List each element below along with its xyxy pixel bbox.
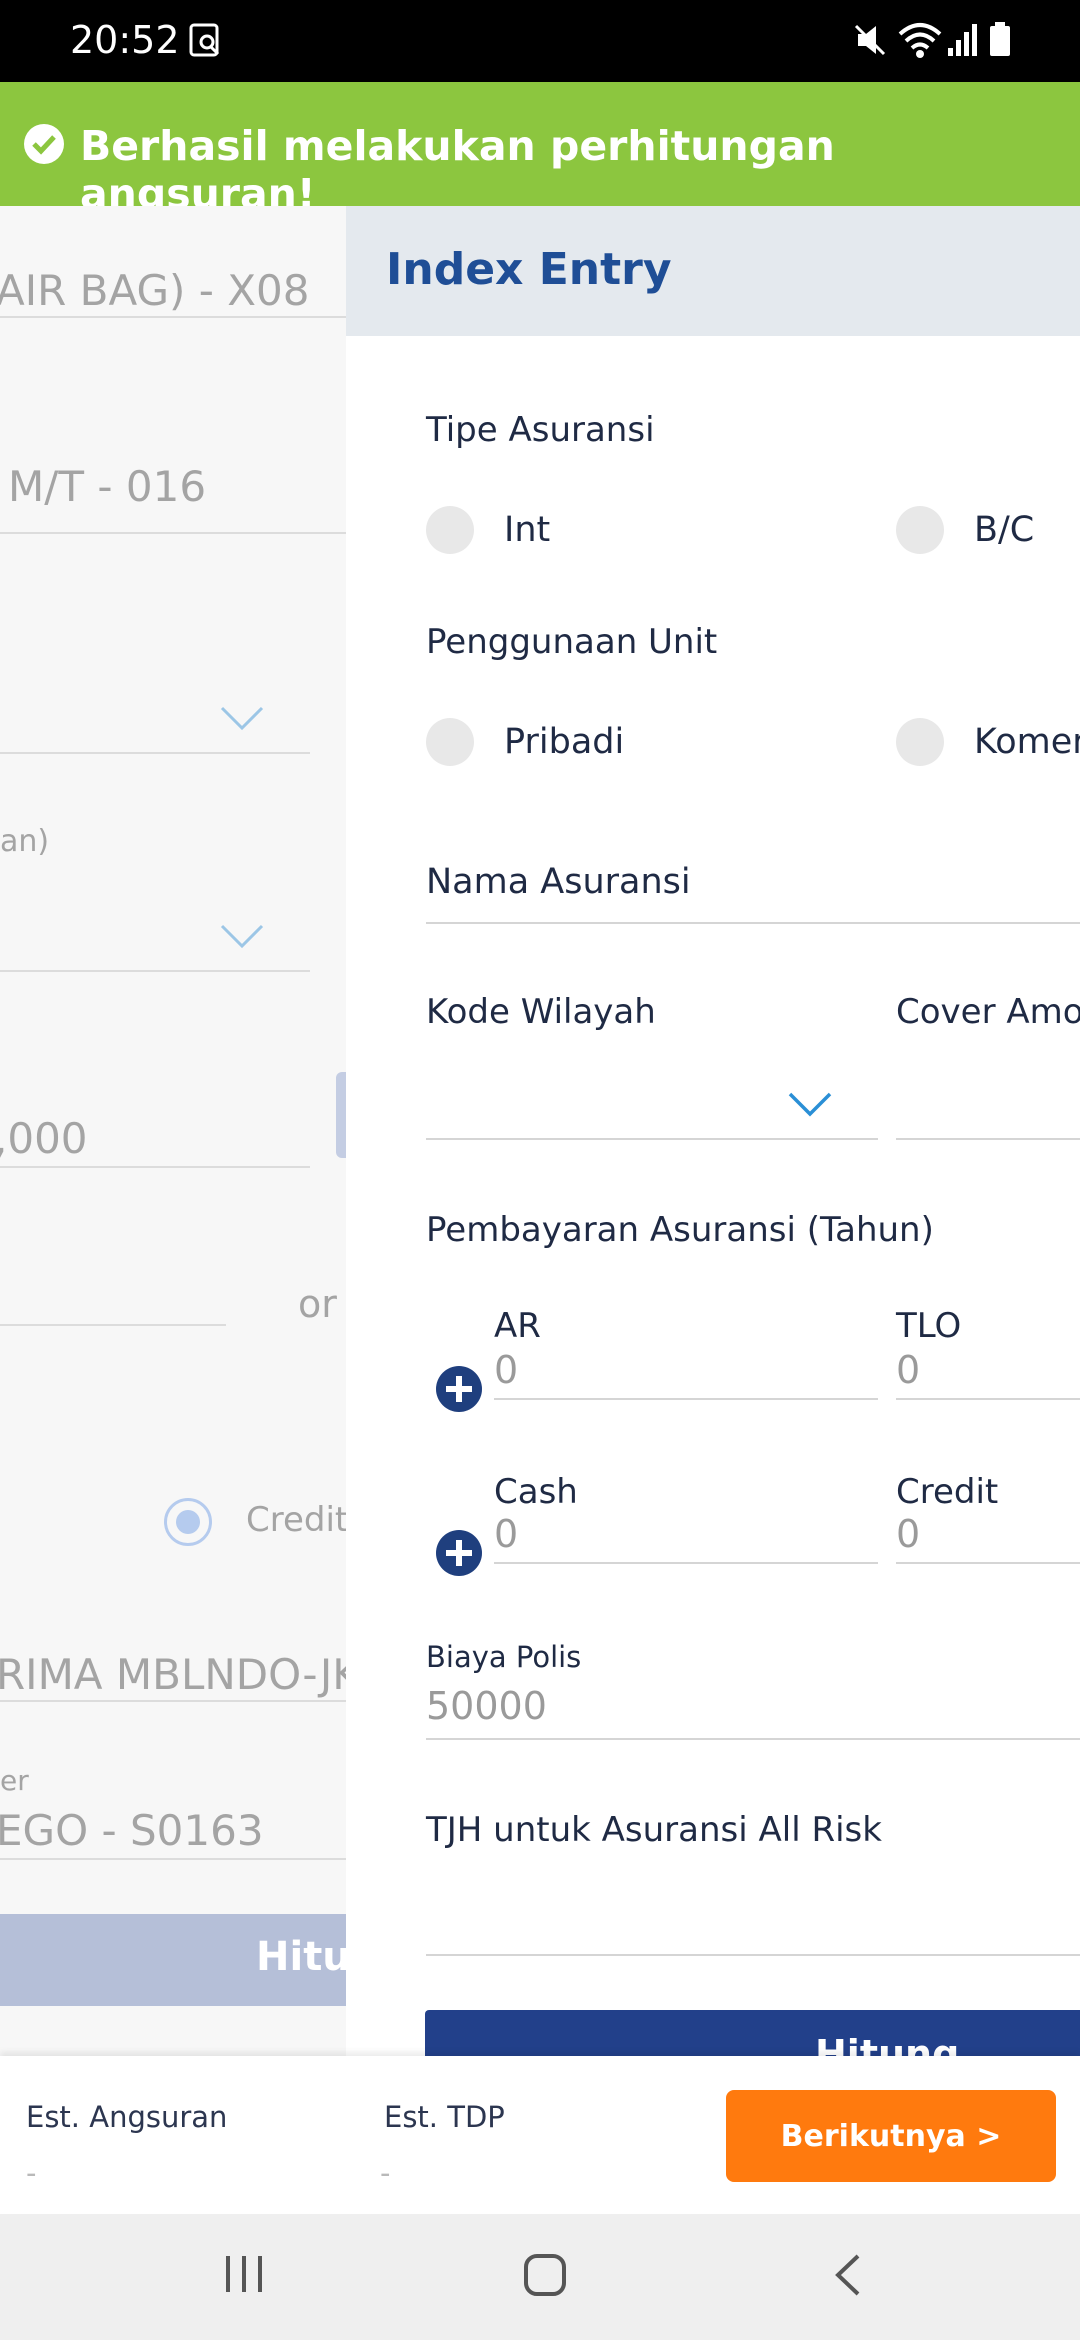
battery-icon xyxy=(988,20,1012,64)
toast-message: Berhasil melakukan perhitungan angsuran! xyxy=(80,122,835,218)
add-ar-icon[interactable] xyxy=(436,1366,482,1412)
background-form: AIR BAG) - X08 M/T - 016 an) ,000 or Cre… xyxy=(0,206,346,2056)
bottom-action-bar: Est. Angsuran - Est. TDP - Berikutnya > xyxy=(0,2056,1080,2214)
cash-underline xyxy=(494,1562,878,1564)
index-entry-drawer: Index Entry Tipe Asuransi Int B/C Penggu… xyxy=(346,206,1080,2056)
berikutnya-button[interactable]: Berikutnya > xyxy=(726,2090,1056,2182)
penggunaan-unit-label: Penggunaan Unit xyxy=(426,622,718,662)
drawer-header: Index Entry xyxy=(346,206,1080,336)
radio-int[interactable] xyxy=(426,506,474,554)
bg-hitung-button[interactable]: Hitur xyxy=(0,1914,346,2006)
chevron-down-icon[interactable] xyxy=(220,706,264,736)
divider xyxy=(0,1166,310,1168)
divider xyxy=(0,532,346,534)
nama-asuransi-underline xyxy=(426,922,1080,924)
home-icon[interactable] xyxy=(522,2252,568,2302)
back-icon[interactable] xyxy=(830,2252,866,2302)
chevron-down-icon[interactable] xyxy=(220,924,264,954)
kode-wilayah-label: Kode Wilayah xyxy=(426,992,656,1032)
add-cash-icon[interactable] xyxy=(436,1530,482,1576)
ar-input[interactable]: 0 xyxy=(494,1348,518,1392)
est-angsuran-label: Est. Angsuran xyxy=(26,2100,228,2134)
cash-label: Cash xyxy=(494,1472,578,1512)
bg-credit-label: Credit xyxy=(246,1500,346,1540)
radio-bc[interactable] xyxy=(896,506,944,554)
est-angsuran-value: - xyxy=(26,2156,37,2190)
bg-field-label: an) xyxy=(0,824,50,859)
tlo-input[interactable]: 0 xyxy=(896,1348,920,1392)
drawer-title: Index Entry xyxy=(386,244,672,295)
divider xyxy=(0,1700,346,1702)
divider xyxy=(0,1324,226,1326)
recent-apps-icon[interactable] xyxy=(222,2252,266,2300)
success-toast: Berhasil melakukan perhitungan angsuran! xyxy=(0,82,1080,218)
radio-komersial-label: Komer xyxy=(974,722,1080,762)
bg-field-amount: ,000 xyxy=(0,1114,88,1163)
bg-field-type: M/T - 016 xyxy=(8,462,207,511)
nama-asuransi-input[interactable]: Nama Asuransi xyxy=(426,862,691,902)
bg-button-edge xyxy=(336,1072,346,1158)
cover-amount-input[interactable] xyxy=(896,1138,1080,1140)
radio-int-label: Int xyxy=(504,510,551,550)
status-bar: 20:52 xyxy=(0,0,1080,82)
hitung-button[interactable]: Hitung xyxy=(425,2010,1080,2056)
bg-field-dealer: RIMA MBLNDO-JK xyxy=(0,1650,346,1699)
bg-hitung-label: Hitur xyxy=(256,1934,346,1980)
pembayaran-asuransi-label: Pembayaran Asuransi (Tahun) xyxy=(426,1210,934,1250)
wifi-icon xyxy=(896,20,944,64)
bg-field-salesman: EGO - S0163 xyxy=(0,1806,264,1855)
ar-label: AR xyxy=(494,1306,541,1346)
divider xyxy=(0,1858,346,1860)
signal-icon xyxy=(946,20,980,64)
credit-input[interactable]: 0 xyxy=(896,1512,920,1556)
status-time: 20:52 xyxy=(70,18,180,62)
est-tdp-value: - xyxy=(380,2156,391,2190)
divider xyxy=(0,316,346,318)
est-tdp-label: Est. TDP xyxy=(384,2100,505,2134)
biaya-polis-underline xyxy=(426,1738,1080,1740)
tipe-asuransi-label: Tipe Asuransi xyxy=(426,410,655,450)
radio-pribadi-label: Pribadi xyxy=(504,722,625,762)
bg-credit-radio[interactable] xyxy=(164,1498,212,1546)
screenshot-icon xyxy=(188,20,224,64)
credit-label: Credit xyxy=(896,1472,999,1512)
tjh-label: TJH untuk Asuransi All Risk xyxy=(426,1810,882,1850)
chevron-down-icon[interactable] xyxy=(788,1092,832,1122)
divider xyxy=(0,970,310,972)
cash-input[interactable]: 0 xyxy=(494,1512,518,1556)
check-circle-icon xyxy=(24,124,64,164)
biaya-polis-label: Biaya Polis xyxy=(426,1640,582,1674)
cover-amount-label: Cover Amo xyxy=(896,992,1080,1032)
bg-field-vehicle: AIR BAG) - X08 xyxy=(0,266,310,315)
tlo-underline xyxy=(896,1398,1080,1400)
tjh-input[interactable] xyxy=(426,1954,1080,1956)
bg-or-text: or xyxy=(298,1282,337,1326)
radio-pribadi[interactable] xyxy=(426,718,474,766)
biaya-polis-input[interactable]: 50000 xyxy=(426,1684,547,1728)
system-nav-bar xyxy=(0,2214,1080,2340)
radio-bc-label: B/C xyxy=(974,510,1035,550)
bg-field-label: er xyxy=(0,1764,29,1797)
credit-underline xyxy=(896,1562,1080,1564)
divider xyxy=(0,752,310,754)
radio-komersial[interactable] xyxy=(896,718,944,766)
hitung-button-label: Hitung xyxy=(815,2032,960,2056)
ar-underline xyxy=(494,1398,878,1400)
tlo-label: TLO xyxy=(896,1306,962,1346)
mute-icon xyxy=(852,20,888,64)
kode-wilayah-select[interactable] xyxy=(426,1138,878,1140)
